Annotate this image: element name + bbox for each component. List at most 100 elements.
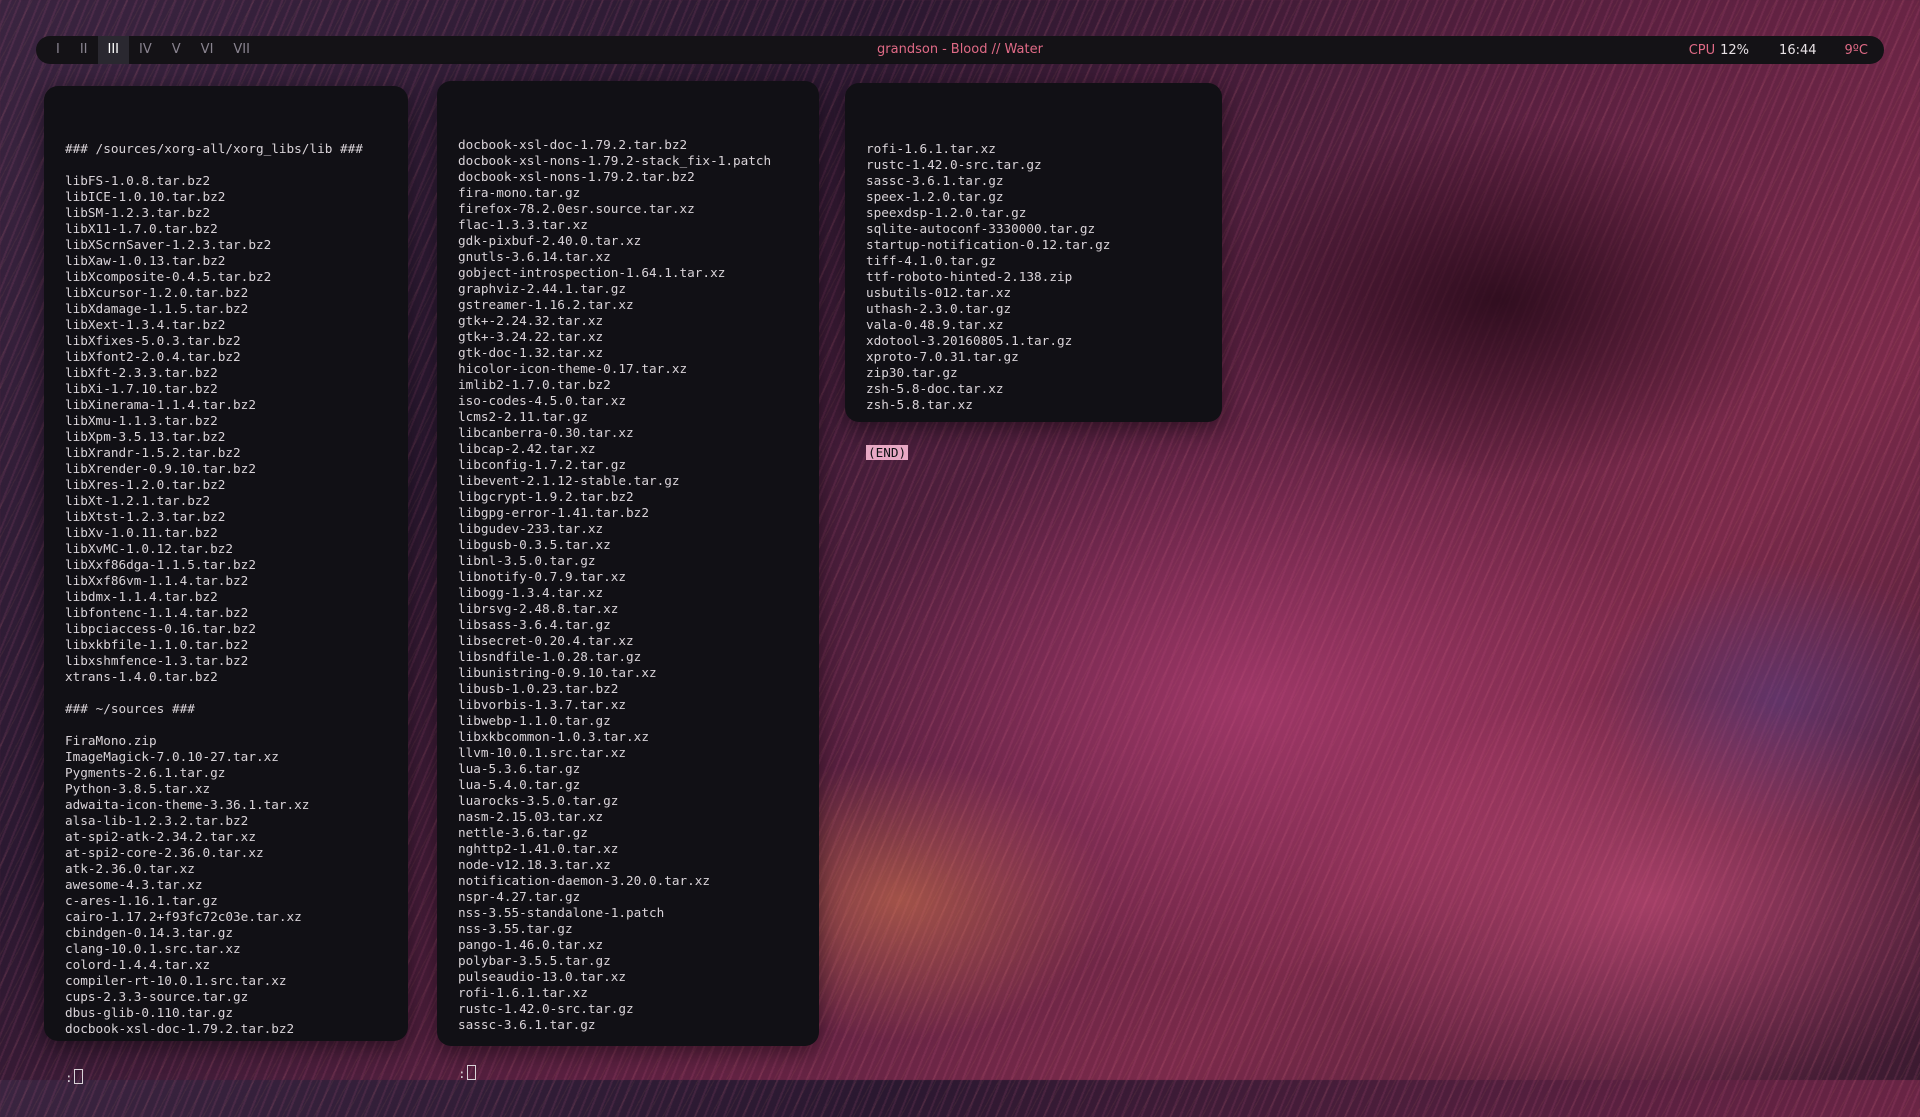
file-entry-line: libxkbfile-1.1.0.tar.bz2 [65,637,249,652]
file-entry-line: libX11-1.7.0.tar.bz2 [65,221,218,236]
file-entry-line: gdk-pixbuf-2.40.0.tar.xz [458,233,642,248]
file-entry-line: lcms2-2.11.tar.gz [458,409,588,424]
file-entry-line: Python-3.8.5.tar.xz [65,781,211,796]
file-entry-line: libevent-2.1.12-stable.tar.gz [458,473,680,488]
temperature: 9ºC [1844,42,1868,58]
file-entry-line: libXmu-1.1.3.tar.bz2 [65,413,218,428]
file-entry-line: llvm-10.0.1.src.tar.xz [458,745,627,760]
file-entry-line: libogg-1.3.4.tar.xz [458,585,604,600]
file-entry-line: libXt-1.2.1.tar.bz2 [65,493,211,508]
file-entry-line: sassc-3.6.1.tar.gz [458,1017,596,1032]
file-entry-line: zip30.tar.gz [866,365,958,380]
file-entry-line: libXvMC-1.0.12.tar.bz2 [65,541,234,556]
file-entry-line: tiff-4.1.0.tar.gz [866,253,996,268]
file-entry-line: clang-10.0.1.src.tar.xz [65,941,241,956]
file-entry-line: nettle-3.6.tar.gz [458,825,588,840]
pager-end-line: (END) [866,445,1110,461]
file-entry-line: adwaita-icon-theme-3.36.1.tar.xz [65,797,310,812]
file-entry-line: speex-1.2.0.tar.gz [866,189,1004,204]
file-entry-line: alsa-lib-1.2.3.2.tar.bz2 [65,813,249,828]
file-entry-line: c-ares-1.16.1.tar.gz [65,893,218,908]
file-entry-line: libXres-1.2.0.tar.bz2 [65,477,226,492]
file-entry-line: libunistring-0.9.10.tar.xz [458,665,657,680]
file-entry-line: fira-mono.tar.gz [458,185,581,200]
file-entry-line: gnutls-3.6.14.tar.xz [458,249,611,264]
file-entry-line: libXScrnSaver-1.2.3.tar.bz2 [65,237,272,252]
file-entry-line: xproto-7.0.31.tar.gz [866,349,1019,364]
file-entry-line: rofi-1.6.1.tar.xz [866,141,996,156]
file-entry-line: awesome-4.3.tar.xz [65,877,203,892]
file-entry-line: libXrender-0.9.10.tar.bz2 [65,461,256,476]
terminal-window-left[interactable]: ### /sources/xorg-all/xorg_libs/lib ### l… [44,86,408,1085]
now-playing-artist: grandson [877,42,939,57]
file-entry-line: libFS-1.0.8.tar.bz2 [65,173,211,188]
file-entry-line: notification-daemon-3.20.0.tar.xz [458,873,711,888]
file-entry-line: libXtst-1.2.3.tar.bz2 [65,509,226,524]
file-entry-line: libxkbcommon-1.0.3.tar.xz [458,729,649,744]
file-entry-line: docbook-xsl-doc-1.79.2.tar.bz2 [65,1021,295,1036]
file-entry-line: libXaw-1.0.13.tar.bz2 [65,253,226,268]
file-entry-line: libXdamage-1.1.5.tar.bz2 [65,301,249,316]
file-entry-line: xtrans-1.4.0.tar.bz2 [65,669,218,684]
file-entry-line: libXft-2.3.3.tar.bz2 [65,365,218,380]
file-entry-line: sassc-3.6.1.tar.gz [866,173,1004,188]
file-entry-line: libgcrypt-1.9.2.tar.bz2 [458,489,634,504]
cpu-usage: 12% [1720,42,1750,58]
file-entry-line: libXfixes-5.0.3.tar.bz2 [65,333,241,348]
clock[interactable]: 16:44 [1779,43,1816,58]
now-playing[interactable]: grandson - Blood // Water [36,36,1884,64]
cpu-label: CPU [1688,42,1716,58]
file-entry-line: cups-2.3.3-source.tar.gz [65,989,249,1004]
file-entry-line: libXxf86dga-1.1.5.tar.bz2 [65,557,256,572]
file-entry-line: startup-notification-0.12.tar.gz [866,237,1111,252]
file-entry-line: at-spi2-atk-2.34.2.tar.xz [65,829,256,844]
file-entry-line: libXfont2-2.0.4.tar.bz2 [65,349,241,364]
file-entry-line: zsh-5.8-doc.tar.xz [866,381,1004,396]
file-entry-line: luarocks-3.5.0.tar.gz [458,793,619,808]
terminal-window-middle[interactable]: docbook-xsl-doc-1.79.2.tar.bz2 docbook-xs… [437,81,819,1081]
file-entry-line: libdmx-1.1.4.tar.bz2 [65,589,218,604]
file-entry-line: cbindgen-0.14.3.tar.gz [65,925,234,940]
file-entry-line: libXext-1.3.4.tar.bz2 [65,317,226,332]
terminal-window-right[interactable]: rofi-1.6.1.tar.xz rustc-1.42.0-src.tar.gz… [845,83,1222,460]
file-entry-line [65,685,363,701]
file-entry-line: libnotify-0.7.9.tar.xz [458,569,627,584]
terminal-output: docbook-xsl-doc-1.79.2.tar.bz2 docbook-xs… [458,105,771,1113]
status-area: CPU 12% 16:44 9ºC [1689,36,1868,64]
file-entry-line: flac-1.3.3.tar.xz [458,217,588,232]
file-entry-line: sqlite-autoconf-3330000.tar.gz [866,221,1096,236]
file-entry-line: pulseaudio-13.0.tar.xz [458,969,627,984]
now-playing-separator: - [942,42,947,57]
file-entry-line: FiraMono.zip [65,733,157,748]
file-entry-line: nss-3.55-standalone-1.patch [458,905,665,920]
file-entry-line: libXcomposite-0.4.5.tar.bz2 [65,269,272,284]
file-entry-line: rofi-1.6.1.tar.xz [458,985,588,1000]
file-entry-line [65,717,363,733]
file-entry-line: docbook-xsl-nons-1.79.2.tar.bz2 [458,169,695,184]
pager-prompt[interactable]: : [458,1065,771,1081]
file-entry-line: Pygments-2.6.1.tar.gz [65,765,226,780]
file-entry-line: lua-5.4.0.tar.gz [458,777,581,792]
now-playing-song: Blood // Water [950,42,1043,57]
file-entry-line: rustc-1.42.0-src.tar.gz [458,1001,634,1016]
file-entry-line: gobject-introspection-1.64.1.tar.xz [458,265,726,280]
file-entry-line: xdotool-3.20160805.1.tar.gz [866,333,1073,348]
file-entry-line: firefox-78.2.0esr.source.tar.xz [458,201,695,216]
file-entry-line: node-v12.18.3.tar.xz [458,857,611,872]
file-entry-line: libgusb-0.3.5.tar.xz [458,537,611,552]
file-entry-line: uthash-2.3.0.tar.gz [866,301,1012,316]
file-entry-line: libsndfile-1.0.28.tar.gz [458,649,642,664]
file-entry-line: nghttp2-1.41.0.tar.xz [458,841,619,856]
file-entry-line: librsvg-2.48.8.tar.xz [458,601,619,616]
pager-end-marker: (END) [866,445,909,460]
section-header-line: ### ~/sources ### [65,701,195,716]
file-entry-line: imlib2-1.7.0.tar.bz2 [458,377,611,392]
file-entry-line: libwebp-1.1.0.tar.gz [458,713,611,728]
file-entry-line: libxshmfence-1.3.tar.bz2 [65,653,249,668]
text-cursor [466,1065,476,1080]
file-entry-line: libsass-3.6.4.tar.gz [458,617,611,632]
file-entry-line [65,157,363,173]
file-entry-line: ImageMagick-7.0.10-27.tar.xz [65,749,279,764]
pager-prompt[interactable]: : [65,1069,363,1085]
file-entry-line: docbook-xsl-doc-1.79.2.tar.bz2 [458,137,688,152]
